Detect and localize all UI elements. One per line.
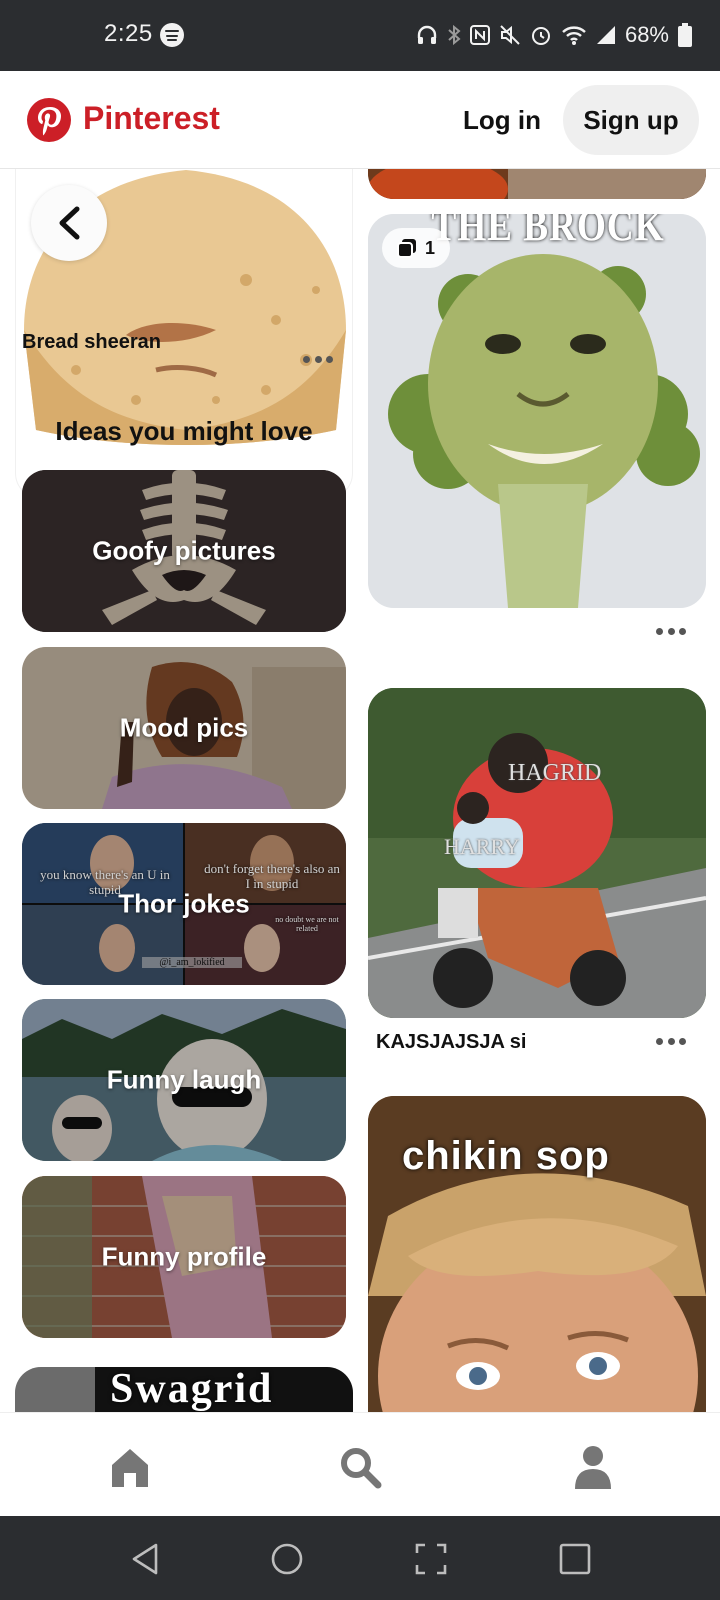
- nav-profile[interactable]: [563, 1439, 623, 1495]
- idea-card-funny-laugh[interactable]: Funny laugh: [22, 999, 346, 1161]
- partial-image: [368, 169, 706, 199]
- screenshot-frame-icon: [415, 1543, 447, 1575]
- pin-caption: THE BROCK: [431, 214, 665, 250]
- spotify-icon: [160, 23, 184, 47]
- signal-icon: [596, 26, 615, 44]
- profile-icon: [575, 1446, 611, 1489]
- pin-title[interactable]: KAJSJAJSJA si: [376, 1031, 526, 1054]
- alarm-icon: [531, 27, 550, 45]
- signup-button[interactable]: Sign up: [563, 85, 699, 155]
- square-recents-icon: [559, 1543, 591, 1575]
- pin-image-brock[interactable]: THE BROCK 1: [368, 214, 706, 608]
- chevron-left-icon: [59, 206, 80, 240]
- pinterest-logo-icon[interactable]: [27, 98, 71, 142]
- system-screenshot-button[interactable]: [406, 1534, 456, 1584]
- system-back-button[interactable]: [120, 1534, 170, 1584]
- app-header: Pinterest Log in Sign up: [0, 71, 720, 169]
- idea-card-goofy-pictures[interactable]: Goofy pictures: [22, 470, 346, 632]
- more-options-icon[interactable]: [653, 621, 689, 641]
- nav-search[interactable]: [330, 1439, 390, 1495]
- system-recents-button[interactable]: [550, 1534, 600, 1584]
- pin-caption: Swagrid: [110, 1367, 274, 1412]
- nav-home[interactable]: [100, 1439, 160, 1495]
- multiple-images-icon: [396, 239, 416, 258]
- more-options-icon[interactable]: [653, 1031, 689, 1051]
- search-icon: [341, 1448, 382, 1489]
- idea-label: Mood pics: [119, 712, 249, 743]
- pin-image-hagrid[interactable]: HAGRID HARRY: [368, 688, 706, 1018]
- section-heading: Ideas you might love: [55, 416, 313, 446]
- bluetooth-icon: [448, 24, 461, 46]
- system-home-button[interactable]: [262, 1534, 312, 1584]
- pin-title[interactable]: Bread sheeran: [22, 331, 161, 354]
- pin-caption: chikin sop: [402, 1134, 610, 1178]
- idea-label: Goofy pictures: [92, 535, 276, 566]
- wifi-icon: [562, 26, 586, 45]
- idea-card-mood-pics[interactable]: Mood pics: [22, 647, 346, 809]
- meme-label: HARRY: [444, 834, 520, 859]
- login-button[interactable]: Log in: [452, 85, 552, 155]
- status-bar: 2:25 68%: [0, 0, 720, 71]
- battery-percent: 68%: [624, 22, 669, 47]
- pin-feed[interactable]: Bread sheeran Ideas you might love Goofy…: [0, 169, 720, 1412]
- brock-image: [368, 214, 706, 608]
- bottom-navigation: [0, 1412, 720, 1516]
- hagrid-image: [368, 688, 706, 1018]
- idea-card-thor-jokes[interactable]: you know there's an U in stupid don't fo…: [22, 823, 346, 985]
- headphones-icon: [417, 25, 437, 44]
- home-icon: [112, 1449, 148, 1487]
- idea-label: Thor jokes: [118, 888, 250, 919]
- battery-icon: [678, 23, 692, 47]
- brand-name[interactable]: Pinterest: [83, 100, 220, 137]
- idea-label: Funny profile: [101, 1241, 267, 1272]
- mute-icon: [500, 25, 520, 45]
- status-time: 2:25: [104, 20, 153, 47]
- meme-label: HAGRID: [508, 760, 602, 786]
- idea-card-funny-profile[interactable]: Funny profile: [22, 1176, 346, 1338]
- multi-image-badge: 1: [382, 228, 450, 268]
- back-button[interactable]: [31, 185, 107, 261]
- system-navigation-bar: [0, 1516, 720, 1600]
- pin-image-partial[interactable]: [368, 169, 706, 199]
- idea-label: Funny laugh: [106, 1064, 262, 1095]
- nfc-icon: [469, 25, 490, 45]
- more-options-icon[interactable]: [300, 349, 336, 369]
- circle-home-icon: [271, 1543, 303, 1575]
- pin-image-chikin-sop[interactable]: chikin sop: [368, 1096, 706, 1412]
- triangle-back-icon: [132, 1543, 158, 1575]
- status-icons: 68%: [416, 18, 692, 52]
- badge-count: 1: [424, 237, 435, 258]
- pin-image-swagrid[interactable]: Swagrid: [15, 1367, 353, 1412]
